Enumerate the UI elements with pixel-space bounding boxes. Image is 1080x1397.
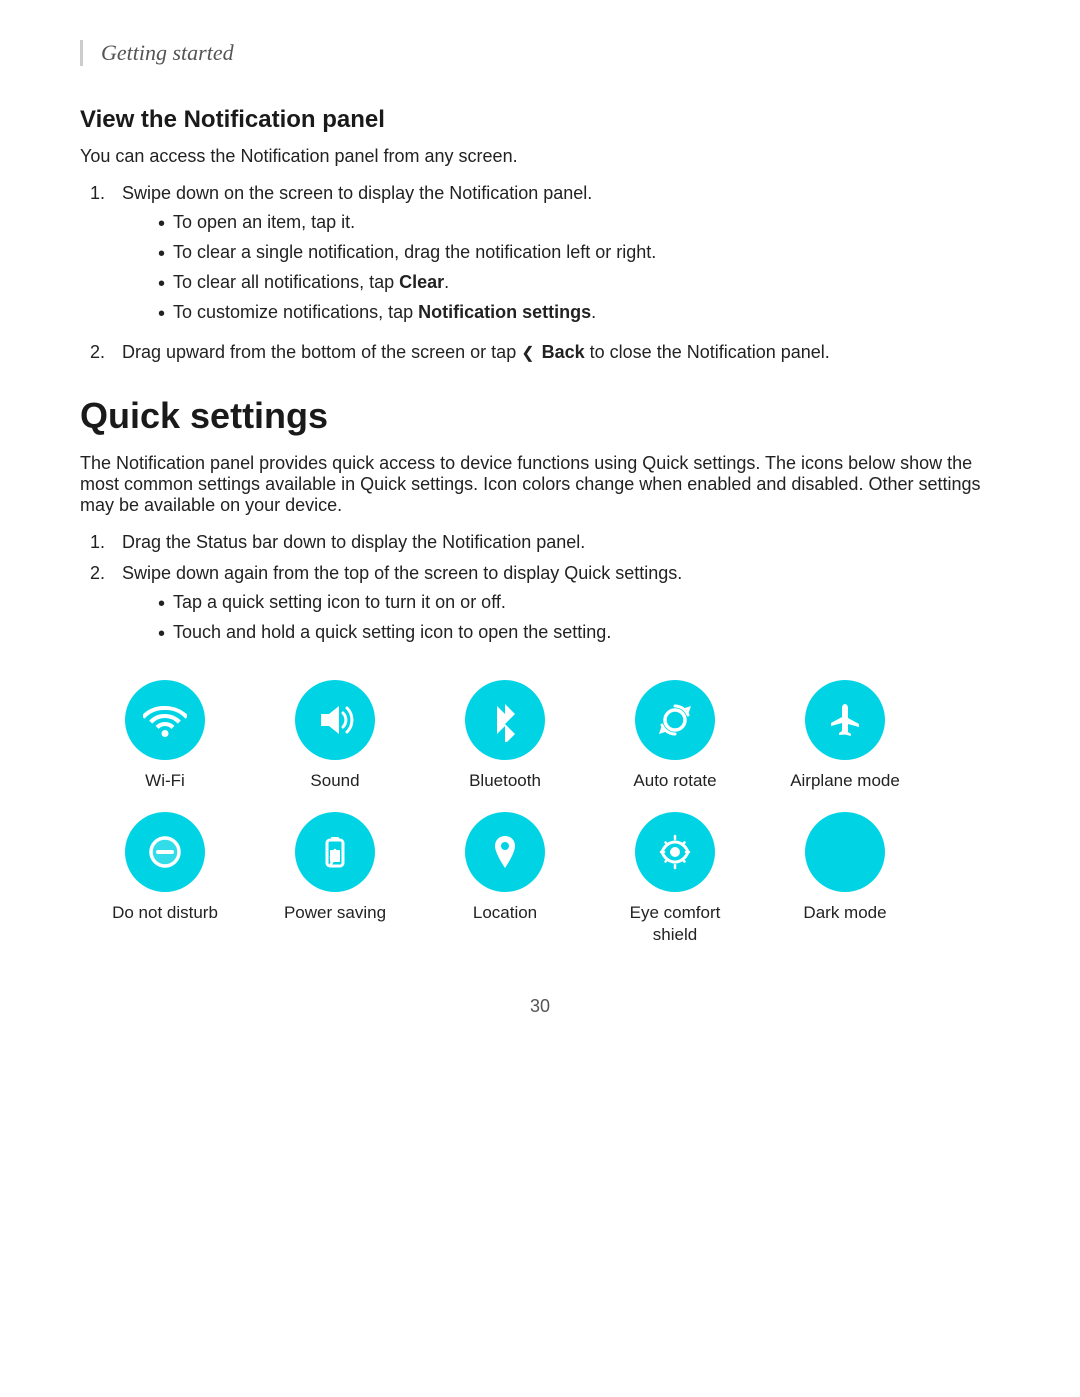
quick-bullet-2: Touch and hold a quick setting icon to o…: [158, 622, 1000, 646]
quick-step-2: Swipe down again from the top of the scr…: [90, 563, 1000, 652]
header-text: Getting started: [101, 40, 234, 65]
icon-location: Location: [420, 812, 590, 924]
sound-icon: [313, 698, 357, 742]
eyecomfort-icon: [653, 830, 697, 874]
location-icon: [483, 830, 527, 874]
bluetooth-label: Bluetooth: [469, 770, 541, 792]
quick-settings-title: Quick settings: [80, 395, 1000, 437]
donotdisturb-circle: [125, 812, 205, 892]
airplane-label: Airplane mode: [790, 770, 900, 792]
icon-autorotate: Auto rotate: [590, 680, 760, 792]
icon-darkmode: Dark mode: [760, 812, 930, 924]
icon-wifi: Wi-Fi: [80, 680, 250, 792]
quick-step-1: Drag the Status bar down to display the …: [90, 532, 1000, 553]
icon-donotdisturb: Do not disturb: [80, 812, 250, 924]
autorotate-label: Auto rotate: [633, 770, 716, 792]
icons-row-2: Do not disturb Power saving: [80, 812, 1000, 956]
bluetooth-icon: [483, 698, 527, 742]
darkmode-label: Dark mode: [803, 902, 886, 924]
wifi-icon: [143, 698, 187, 742]
notification-title: View the Notification panel: [80, 106, 1000, 134]
bullet-4: To customize notifications, tap Notifica…: [158, 302, 1000, 326]
quick-settings-section: Quick settings The Notification panel pr…: [80, 395, 1000, 956]
quick-bullets: Tap a quick setting icon to turn it on o…: [122, 592, 1000, 646]
quick-settings-steps: Drag the Status bar down to display the …: [80, 532, 1000, 652]
page-number: 30: [530, 996, 550, 1016]
donotdisturb-icon: [143, 830, 187, 874]
wifi-circle: [125, 680, 205, 760]
bullet-3: To clear all notifications, tap Clear.: [158, 272, 1000, 296]
page-number-container: 30: [80, 996, 1000, 1017]
eyecomfort-label: Eye comfortshield: [630, 902, 721, 946]
powersaving-label: Power saving: [284, 902, 386, 924]
page-header: Getting started: [80, 40, 1000, 66]
quick-settings-intro: The Notification panel provides quick ac…: [80, 453, 1000, 516]
notification-step-2: Drag upward from the bottom of the scree…: [90, 342, 1000, 363]
sound-label: Sound: [310, 770, 359, 792]
bluetooth-circle: [465, 680, 545, 760]
icon-sound: Sound: [250, 680, 420, 792]
icon-eyecomfort: Eye comfortshield: [590, 812, 760, 946]
icon-powersaving: Power saving: [250, 812, 420, 924]
step1-text: Swipe down on the screen to display the …: [122, 183, 592, 203]
notification-section: View the Notification panel You can acce…: [80, 106, 1000, 363]
notification-intro: You can access the Notification panel fr…: [80, 146, 1000, 167]
sound-circle: [295, 680, 375, 760]
darkmode-icon: [823, 830, 867, 874]
notification-steps: Swipe down on the screen to display the …: [80, 183, 1000, 363]
icon-bluetooth: Bluetooth: [420, 680, 590, 792]
notification-step-1: Swipe down on the screen to display the …: [90, 183, 1000, 332]
donotdisturb-label: Do not disturb: [112, 902, 218, 924]
autorotate-circle: [635, 680, 715, 760]
wifi-label: Wi-Fi: [145, 770, 185, 792]
quick-bullet-1: Tap a quick setting icon to turn it on o…: [158, 592, 1000, 616]
notification-bullets: To open an item, tap it. To clear a sing…: [122, 212, 1000, 326]
powersaving-circle: [295, 812, 375, 892]
icon-airplane: Airplane mode: [760, 680, 930, 792]
icons-section: Wi-Fi Sound Bluetooth: [80, 680, 1000, 956]
location-label: Location: [473, 902, 537, 924]
eyecomfort-circle: [635, 812, 715, 892]
bullet-2: To clear a single notification, drag the…: [158, 242, 1000, 266]
airplane-icon: [823, 698, 867, 742]
darkmode-circle: [805, 812, 885, 892]
powersaving-icon: [313, 830, 357, 874]
bullet-1: To open an item, tap it.: [158, 212, 1000, 236]
autorotate-icon: [653, 698, 697, 742]
location-circle: [465, 812, 545, 892]
airplane-circle: [805, 680, 885, 760]
icons-row-1: Wi-Fi Sound Bluetooth: [80, 680, 1000, 802]
